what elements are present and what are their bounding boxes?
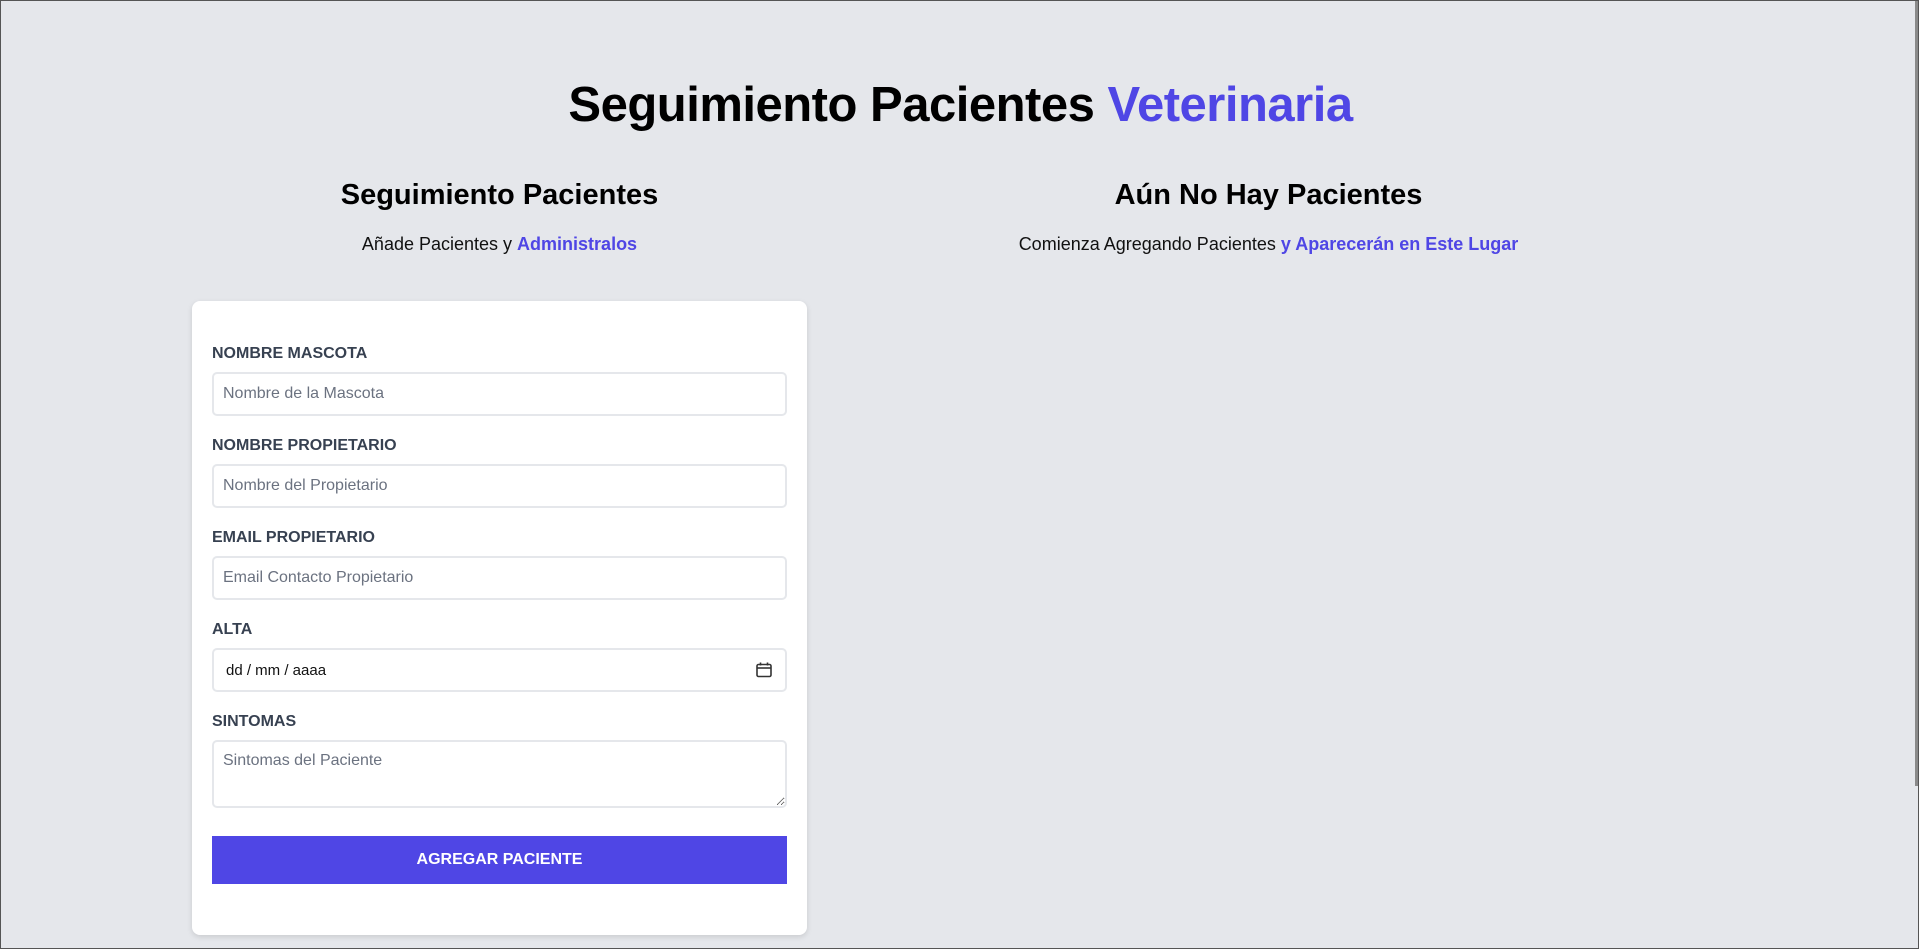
form-section-subtitle-accent: Administralos [517, 234, 638, 254]
page-title-accent: Veterinaria [1107, 78, 1353, 132]
symptoms-field: Sintomas [212, 713, 787, 813]
form-section-subtitle: Añade Pacientes y Administralos [192, 234, 807, 255]
owner-name-input[interactable] [212, 464, 787, 508]
symptoms-label: Sintomas [212, 713, 297, 730]
owner-email-input[interactable] [212, 556, 787, 600]
calendar-icon[interactable] [755, 661, 773, 679]
form-section-title: Seguimiento Pacientes [340, 179, 659, 211]
pet-name-input[interactable] [212, 372, 787, 416]
patient-list-subtitle-text: Comienza Agregando Pacientes [1018, 234, 1276, 254]
discharge-date-label: Alta [212, 621, 253, 638]
patient-list-subtitle-accent: y Aparecerán en Este Lugar [1280, 234, 1519, 254]
owner-name-field: Nombre Propietario [212, 437, 787, 508]
discharge-date-field: Alta dd / mm / aaaa [212, 621, 787, 692]
page-title-main: Seguimiento Pacientes [568, 78, 1095, 132]
owner-email-field: Email Propietario [212, 529, 787, 600]
form-section-subtitle-text: Añade Pacientes y [361, 234, 513, 254]
patient-form: Nombre Mascota Nombre Propietario Email … [192, 301, 807, 935]
page-title: Seguimiento Pacientes Veterinaria [1, 77, 1919, 133]
scrollbar[interactable] [1915, 1, 1918, 786]
symptoms-textarea[interactable] [212, 740, 787, 808]
page: Seguimiento Pacientes Veterinaria Seguim… [0, 0, 1919, 949]
owner-name-label: Nombre Propietario [212, 437, 397, 454]
pet-name-field: Nombre Mascota [212, 345, 787, 416]
patient-list-section: Aún No Hay Pacientes Comienza Agregando … [906, 179, 1631, 255]
owner-email-label: Email Propietario [212, 529, 375, 546]
add-patient-button[interactable]: Agregar Paciente [212, 836, 787, 884]
discharge-date-value: dd / mm / aaaa [226, 661, 327, 679]
patient-list-subtitle: Comienza Agregando Pacientes y Aparecerá… [906, 234, 1631, 255]
patient-list-title: Aún No Hay Pacientes [1114, 179, 1423, 211]
pet-name-label: Nombre Mascota [212, 345, 368, 362]
form-section-header: Seguimiento Pacientes Añade Pacientes y … [192, 179, 807, 255]
discharge-date-input[interactable]: dd / mm / aaaa [212, 648, 787, 692]
